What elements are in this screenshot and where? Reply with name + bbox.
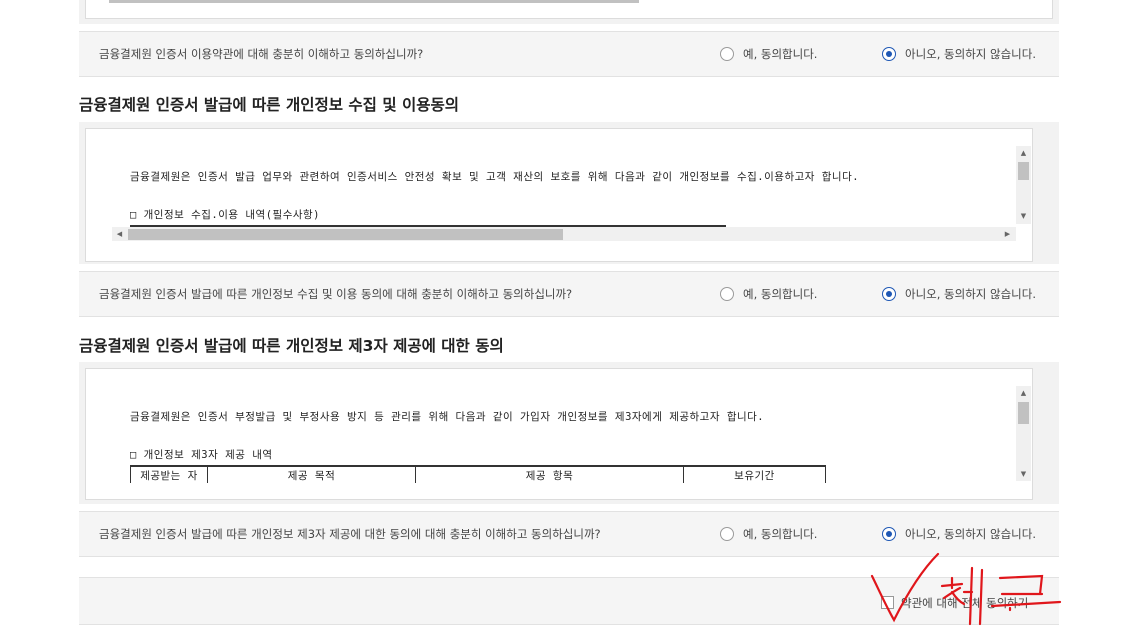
privacy-collection-consent-question: 금융결제원 인증서 발급에 따른 개인정보 수집 및 이용 동의에 대해 충분히…	[99, 287, 573, 301]
terms-box-top-remnant	[79, 0, 1059, 24]
terms-consent-question: 금융결제원 인증서 이용약관에 대해 충분히 이해하고 동의하십니까?	[99, 47, 424, 61]
third-party-yes-label[interactable]: 예, 동의합니다.	[743, 526, 817, 542]
terms-yes-label[interactable]: 예, 동의합니다.	[743, 46, 817, 62]
handwritten-check-annotation: 체크	[860, 548, 1062, 626]
table-header-purpose: 제공 목적	[207, 465, 416, 483]
scroll-right-arrow-icon[interactable]: ▶	[1000, 230, 1015, 238]
privacy-collection-yes-label[interactable]: 예, 동의합니다.	[743, 286, 817, 302]
terms-no-radio[interactable]	[882, 47, 896, 61]
privacy-collection-doc-container: 금융결제원은 인증서 발급 업무와 관련하여 인증서비스 안전성 확보 및 고객…	[79, 122, 1059, 264]
third-party-no-label[interactable]: 아니오, 동의하지 않습니다.	[905, 526, 1036, 542]
privacy-collection-doc-line2: □ 개인정보 수집.이용 내역(필수사항)	[130, 209, 320, 221]
third-party-vscrollbar[interactable]: ▲ ▼	[1016, 386, 1031, 481]
privacy-collection-heading: 금융결제원 인증서 발급에 따른 개인정보 수집 및 이용동의	[79, 96, 460, 114]
terms-yes-radio[interactable]	[720, 47, 734, 61]
privacy-collection-no-label[interactable]: 아니오, 동의하지 않습니다.	[905, 286, 1036, 302]
hscroll-thumb[interactable]	[128, 229, 563, 240]
table-header-recipient: 제공받는 자	[130, 465, 208, 483]
privacy-collection-no-radio[interactable]	[882, 287, 896, 301]
third-party-yes-radio[interactable]	[720, 527, 734, 541]
privacy-collection-doc-line1: 금융결제원은 인증서 발급 업무와 관련하여 인증서비스 안전성 확보 및 고객…	[130, 171, 860, 183]
terms-consent-row: 금융결제원 인증서 이용약관에 대해 충분히 이해하고 동의하십니까? 예, 동…	[79, 31, 1059, 77]
scroll-up-arrow-icon[interactable]: ▲	[1016, 389, 1031, 397]
privacy-collection-consent-row: 금융결제원 인증서 발급에 따른 개인정보 수집 및 이용 동의에 대해 충분히…	[79, 271, 1059, 317]
privacy-collection-hscrollbar[interactable]: ◀ ▶	[112, 227, 1016, 241]
third-party-heading: 금융결제원 인증서 발급에 따른 개인정보 제3자 제공에 대한 동의	[79, 337, 504, 355]
vscroll-thumb[interactable]	[1018, 402, 1029, 424]
third-party-doc-container: 금융결제원은 인증서 부정발급 및 부정사용 방지 등 관리를 위해 다음과 같…	[79, 362, 1059, 504]
scroll-up-arrow-icon[interactable]: ▲	[1016, 149, 1031, 157]
third-party-table: 제공받는 자 제공 목적 제공 항목 보유기간	[130, 465, 826, 483]
vscroll-thumb[interactable]	[1018, 162, 1029, 180]
annotation-text: 체크	[860, 548, 862, 549]
table-header-retention: 보유기간	[683, 465, 826, 483]
scroll-left-arrow-icon[interactable]: ◀	[112, 230, 127, 238]
third-party-doc-line2: □ 개인정보 제3자 제공 내역	[130, 449, 273, 461]
table-header-items: 제공 항목	[415, 465, 684, 483]
privacy-collection-doc[interactable]: 금융결제원은 인증서 발급 업무와 관련하여 인증서비스 안전성 확보 및 고객…	[85, 128, 1033, 262]
third-party-doc-line1: 금융결제원은 인증서 부정발급 및 부정사용 방지 등 관리를 위해 다음과 같…	[130, 411, 765, 423]
terms-no-label[interactable]: 아니오, 동의하지 않습니다.	[905, 46, 1036, 62]
third-party-doc[interactable]: 금융결제원은 인증서 부정발급 및 부정사용 방지 등 관리를 위해 다음과 같…	[85, 368, 1033, 500]
privacy-collection-vscrollbar[interactable]: ▲ ▼	[1016, 146, 1031, 224]
red-checkmark-icon	[870, 552, 940, 623]
scroll-down-arrow-icon[interactable]: ▼	[1016, 470, 1031, 478]
third-party-consent-question: 금융결제원 인증서 발급에 따른 개인정보 제3자 제공에 대한 동의에 대해 …	[99, 527, 601, 541]
third-party-no-radio[interactable]	[882, 527, 896, 541]
privacy-collection-yes-radio[interactable]	[720, 287, 734, 301]
scroll-down-arrow-icon[interactable]: ▼	[1016, 212, 1031, 220]
